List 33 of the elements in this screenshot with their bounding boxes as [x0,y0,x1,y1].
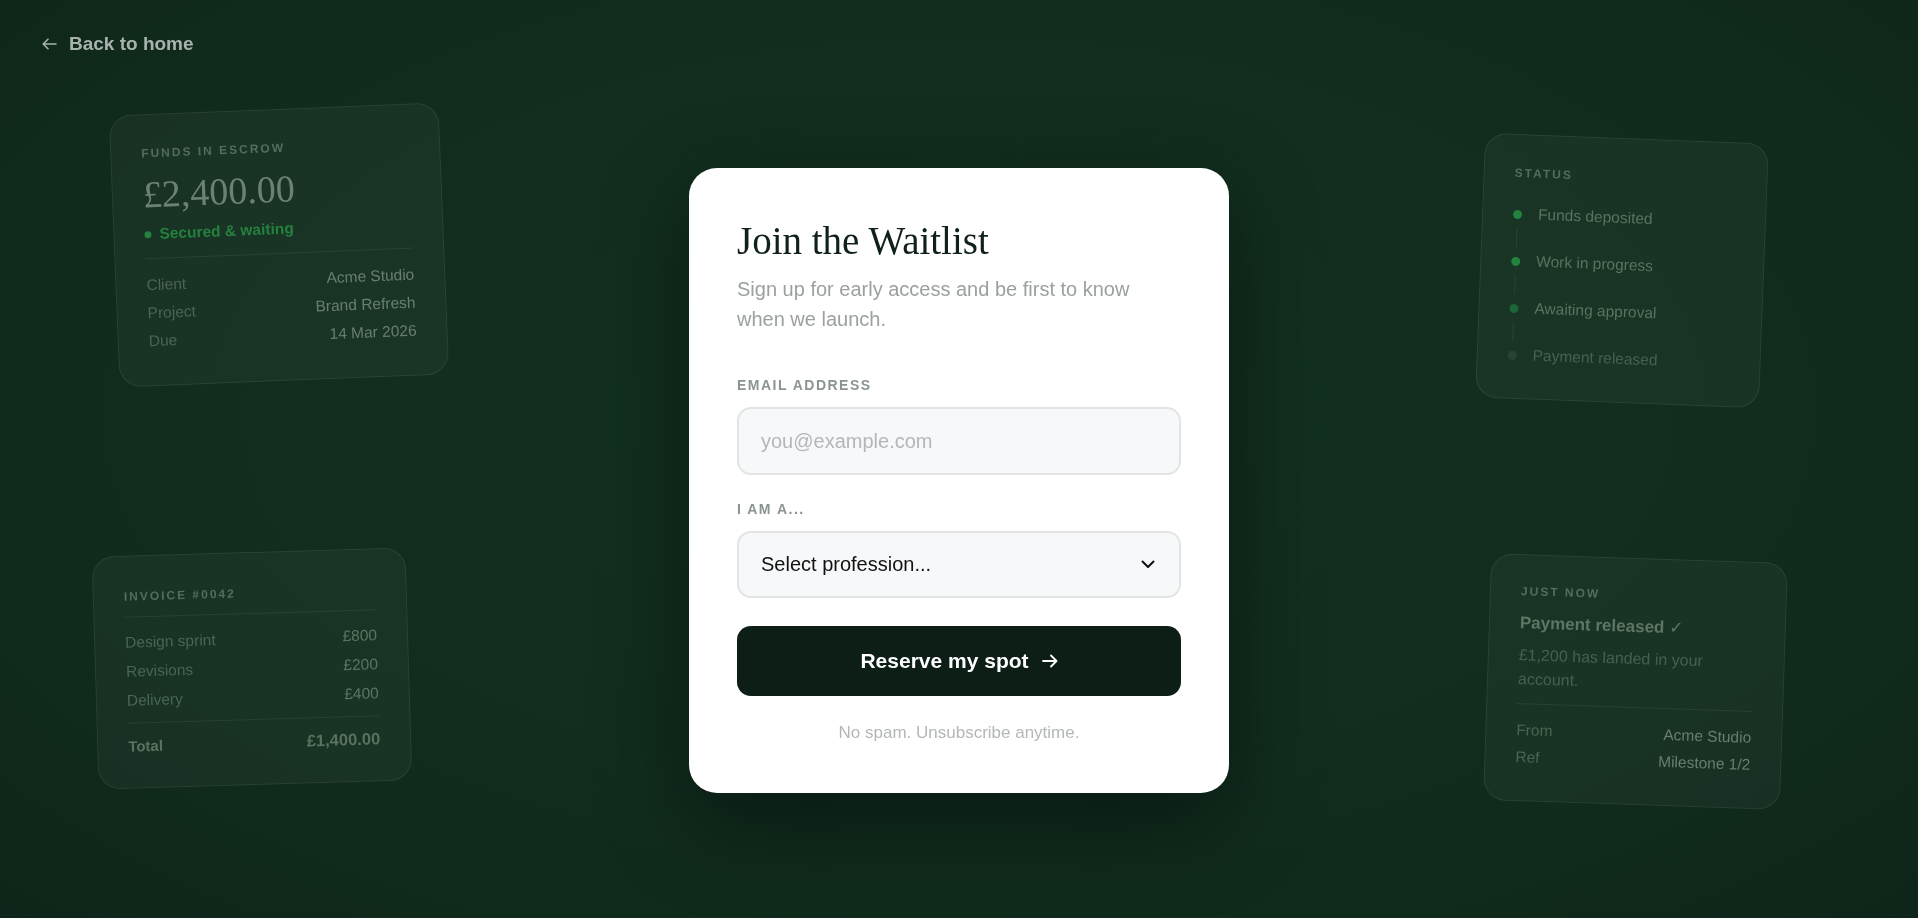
card-eyebrow: FUNDS IN ESCROW [140,139,286,162]
detail-value: Brand Refresh [315,293,416,316]
escrow-amount: £2,400.00 [142,168,296,215]
email-input[interactable]: you@example.com [737,407,1181,475]
field-label: I AM A... [737,500,805,518]
arrow-right-icon [1041,654,1058,668]
status-dot-icon [144,230,152,238]
back-link[interactable]: Back to home [42,32,194,56]
total-amount: £1,400.00 [306,728,381,750]
line-item-amount: £400 [344,683,380,703]
form-title: Join the Waitlist [737,218,989,263]
step-label: Funds deposited [1537,205,1653,229]
form-subtitle: Sign up for early access and be first to know when we launch. [737,277,1131,332]
line-item-amount: £800 [342,625,378,645]
arrow-left-icon [42,38,57,50]
card-eyebrow: JUST NOW [1520,583,1601,602]
card-eyebrow: STATUS [1514,164,1574,184]
field-label: EMAIL ADDRESS [737,376,872,394]
notification-heading: Payment released ✓ [1519,612,1684,640]
escrow-status: Secured & waiting [159,218,295,244]
profession-select[interactable]: Select profession... [737,531,1181,598]
detail-value: Milestone 1/2 [1657,752,1751,774]
privacy-note: No spam. Unsubscribe anytime. [838,722,1080,744]
chevron-down-icon [1141,560,1155,569]
total-label: Total [128,736,164,755]
reserve-button[interactable]: Reserve my spot [737,626,1181,696]
card-eyebrow: INVOICE #0042 [123,585,237,605]
step-label: Work in progress [1535,252,1654,276]
detail-value: Acme Studio [1663,725,1752,747]
detail-value: Acme Studio [326,265,415,288]
step-label: Awaiting approval [1534,299,1657,323]
detail-value: 14 Mar 2026 [329,321,417,344]
line-item-amount: £200 [343,654,379,674]
